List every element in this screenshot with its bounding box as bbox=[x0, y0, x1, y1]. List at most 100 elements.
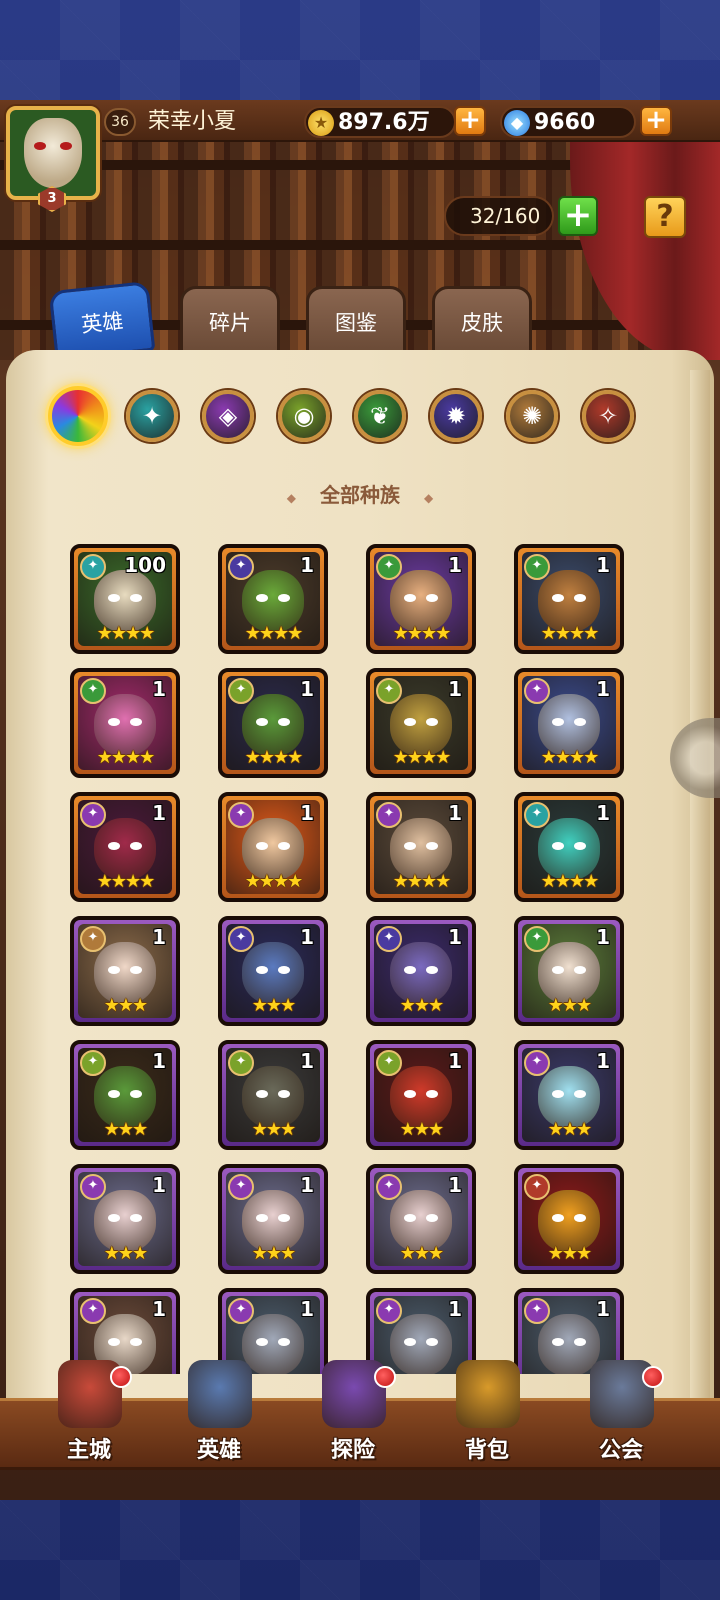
tab-codex[interactable]: 图鉴 bbox=[306, 286, 406, 356]
hero-card[interactable]: ✦ 1 ★★★ bbox=[218, 916, 328, 1026]
hero-race-icon: ✦ bbox=[524, 926, 550, 952]
hero-card[interactable]: ✦ 1 ★★★ bbox=[366, 1040, 476, 1150]
add-gems-button[interactable]: + bbox=[640, 106, 672, 136]
notification-dot bbox=[374, 1366, 396, 1388]
hero-count: 1 bbox=[152, 677, 166, 701]
hero-card[interactable]: ✦ 1 ★★★ bbox=[366, 1164, 476, 1274]
eye-icon bbox=[426, 718, 438, 726]
hero-count: 1 bbox=[596, 925, 610, 949]
eye-icon bbox=[574, 966, 586, 974]
hero-race-icon: ✦ bbox=[228, 1050, 254, 1076]
race-filter-light[interactable]: ✺ bbox=[506, 390, 558, 442]
eye-icon bbox=[130, 842, 142, 850]
hero-card[interactable]: ✦ 1 ★★★ bbox=[366, 916, 476, 1026]
eye-icon bbox=[278, 966, 290, 974]
eye-icon bbox=[426, 1214, 438, 1222]
player-avatar[interactable] bbox=[6, 106, 100, 200]
hero-card[interactable]: ✦ 1 ★★★ bbox=[218, 1040, 328, 1150]
eye-icon bbox=[552, 718, 564, 726]
eye-icon bbox=[574, 594, 586, 602]
eye-icon bbox=[256, 718, 268, 726]
help-button[interactable]: ? bbox=[644, 196, 686, 238]
hero-card[interactable]: ✦ ★★★ bbox=[514, 1164, 624, 1274]
tab-fragments[interactable]: 碎片 bbox=[180, 286, 280, 356]
hero-count: 1 bbox=[300, 1173, 314, 1197]
hero-race-icon: ✦ bbox=[524, 678, 550, 704]
hero-card[interactable]: ✦ 1 ★★★ bbox=[218, 1164, 328, 1274]
expand-capacity-button[interactable]: + bbox=[558, 196, 598, 236]
eye-icon bbox=[404, 842, 416, 850]
hero-race-icon: ✦ bbox=[376, 678, 402, 704]
nav-item-portal[interactable]: 探险 bbox=[298, 1360, 408, 1470]
hero-race-icon: ✦ bbox=[228, 802, 254, 828]
hero-card[interactable]: ✦ 1 ★★★★ bbox=[514, 792, 624, 902]
hero-card[interactable]: ✦ 1 ★★★ bbox=[514, 916, 624, 1026]
race-filter-dark[interactable]: ✧ bbox=[582, 390, 634, 442]
hero-card[interactable]: ✦ 1 ★★★★ bbox=[218, 544, 328, 654]
eye-icon bbox=[278, 1338, 290, 1346]
nav-label: 背包 bbox=[464, 1438, 509, 1463]
hero-card[interactable]: ✦ 1 ★★★★ bbox=[366, 544, 476, 654]
hero-card[interactable]: ✦ 1 ★★★★ bbox=[218, 792, 328, 902]
eye-icon bbox=[278, 594, 290, 602]
nav-item-guild[interactable]: 公会 bbox=[566, 1360, 676, 1470]
hero-portrait: ✦ 1 ★★★ bbox=[522, 1048, 616, 1142]
hero-portrait: ✦ 1 ★★★ bbox=[226, 924, 320, 1018]
race-filter-fortress[interactable]: ✦ bbox=[126, 390, 178, 442]
hero-card[interactable]: ✦ 1 ★★★ bbox=[70, 1164, 180, 1274]
hero-star-rating: ★★★★ bbox=[244, 623, 304, 644]
hero-card[interactable]: ✦ 1 ★★★ bbox=[70, 1040, 180, 1150]
eye-icon bbox=[278, 1214, 290, 1222]
eye-icon bbox=[426, 1090, 438, 1098]
hero-card[interactable]: ✦ 1 ★★★★ bbox=[514, 544, 624, 654]
tab-skins[interactable]: 皮肤 bbox=[432, 286, 532, 356]
nav-item-hero[interactable]: 英雄 bbox=[164, 1360, 274, 1470]
hero-portrait: ✦ 1 ★★★ bbox=[226, 1048, 320, 1142]
eye-icon bbox=[404, 966, 416, 974]
hero-star-rating: ★★★★ bbox=[96, 623, 156, 644]
hero-grid: ✦ 100 ★★★★ ✦ 1 ★★★★ ✦ 1 ★★★★ ✦ 1 ★★★★ ✦ 1 ★★★★ ✦ 1 ★★★★ ✦ 1… bbox=[70, 544, 630, 1374]
eye-icon bbox=[130, 1338, 142, 1346]
hero-count: 1 bbox=[448, 801, 462, 825]
hero-portrait: ✦ 1 ★★★★ bbox=[226, 552, 320, 646]
add-gold-button[interactable]: + bbox=[454, 106, 486, 136]
hero-count: 1 bbox=[448, 925, 462, 949]
eye-icon bbox=[130, 594, 142, 602]
hero-portrait: ✦ 1 ★★★ bbox=[78, 924, 172, 1018]
eye-icon bbox=[278, 718, 290, 726]
race-filter-label: 全部种族 bbox=[320, 483, 400, 507]
hero-portrait: ✦ 1 ★★★★ bbox=[522, 552, 616, 646]
hero-card[interactable]: ✦ 1 ★★★★ bbox=[218, 668, 328, 778]
hero-race-icon: ✦ bbox=[228, 1298, 254, 1324]
hero-count: 1 bbox=[300, 801, 314, 825]
player-name: 荣幸小夏 bbox=[148, 109, 237, 134]
hero-card[interactable]: ✦ 1 ★★★★ bbox=[514, 668, 624, 778]
hero-card[interactable]: ✦ 1 ★★★★ bbox=[366, 668, 476, 778]
hero-portrait: ✦ 1 ★★★ bbox=[226, 1172, 320, 1266]
race-filter-forest[interactable]: ❦ bbox=[354, 390, 406, 442]
hero-portrait: ✦ ★★★ bbox=[522, 1172, 616, 1266]
eye-icon bbox=[404, 718, 416, 726]
race-filter-shadow[interactable]: ◈ bbox=[202, 390, 254, 442]
hero-card[interactable]: ✦ 1 ★★★★ bbox=[70, 668, 180, 778]
eye-icon bbox=[552, 1338, 564, 1346]
hero-card[interactable]: ✦ 1 ★★★★ bbox=[366, 792, 476, 902]
notification-dot bbox=[642, 1366, 664, 1388]
nav-item-castle[interactable]: 主城 bbox=[34, 1360, 144, 1470]
race-filter-all[interactable] bbox=[48, 386, 108, 446]
hero-count: 1 bbox=[448, 1297, 462, 1321]
race-filter-abyss[interactable]: ✹ bbox=[430, 390, 482, 442]
nav-item-bag[interactable]: 背包 bbox=[432, 1360, 542, 1470]
race-filter-orc[interactable]: ◉ bbox=[278, 390, 330, 442]
hero-card[interactable]: ✦ 1 ★★★ bbox=[514, 1040, 624, 1150]
hero-card[interactable]: ✦ 1 ★★★★ bbox=[70, 792, 180, 902]
gem-counter: ◆ 9660 bbox=[500, 106, 636, 138]
eye-icon bbox=[426, 594, 438, 602]
hero-card[interactable]: ✦ 1 ★★★ bbox=[70, 916, 180, 1026]
hero-race-icon: ✦ bbox=[80, 554, 106, 580]
eye-icon bbox=[130, 1214, 142, 1222]
hero-count: 1 bbox=[448, 1049, 462, 1073]
eye-icon bbox=[426, 1338, 438, 1346]
hero-card[interactable]: ✦ 100 ★★★★ bbox=[70, 544, 180, 654]
hero-race-icon: ✦ bbox=[376, 1174, 402, 1200]
